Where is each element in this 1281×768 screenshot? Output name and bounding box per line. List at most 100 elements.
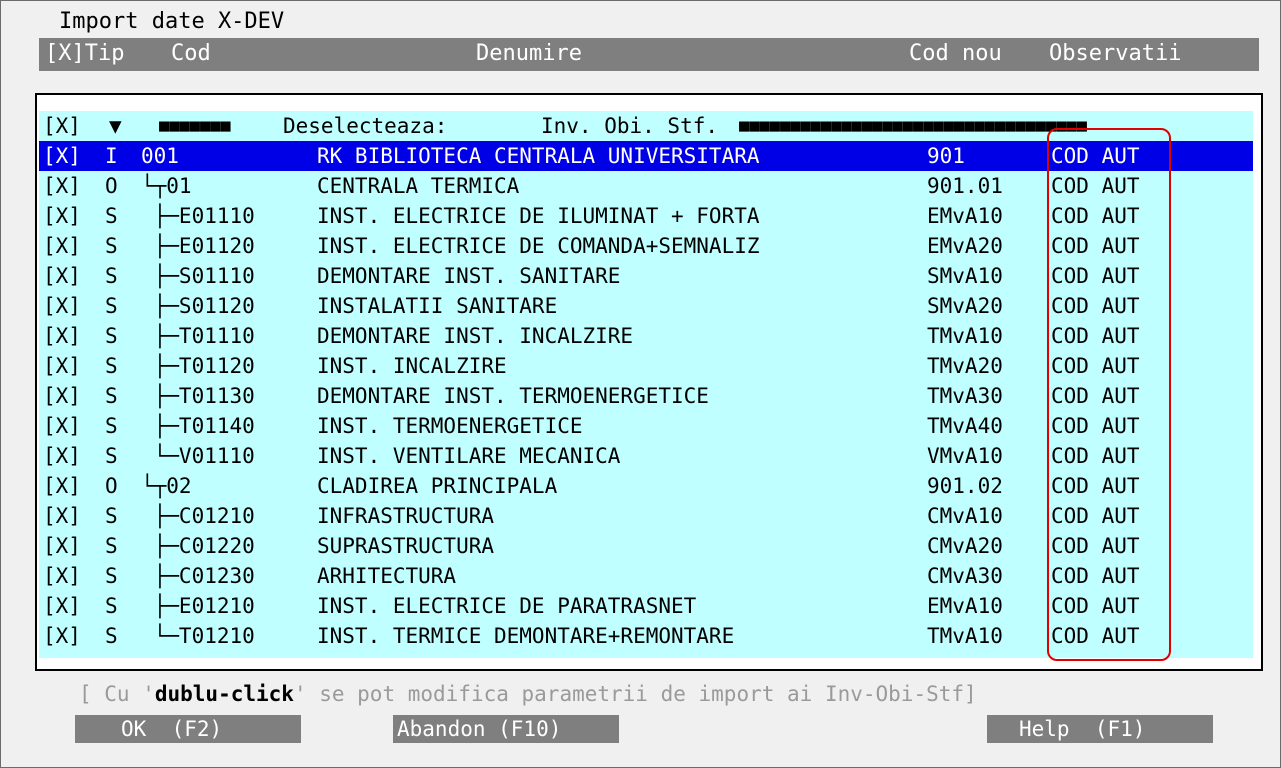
row-checkbox[interactable]: [X] [43, 441, 81, 471]
table-row[interactable]: [X] S └─T01210 INST. TERMICE DEMONTARE+REM… [39, 621, 1253, 651]
row-tip: S [105, 594, 118, 618]
table-row[interactable]: [X] S ├─T01130 DEMONTARE INST. TERMOENERGE… [39, 381, 1253, 411]
table-row[interactable]: [X] S ├─T01140 INST. TERMOENERGETICE TMvA40… [39, 411, 1253, 441]
row-denumire: RK BIBLIOTECA CENTRALA UNIVERSITARA [317, 144, 760, 168]
row-checkbox[interactable]: [X] [43, 471, 81, 501]
row-tip: S [105, 444, 118, 468]
row-denumire: DEMONTARE INST. TERMOENERGETICE [317, 384, 709, 408]
table-row[interactable]: [X] S ├─S01120 INSTALATII SANITARE SMvA20 CO… [39, 291, 1253, 321]
table-row[interactable]: [X] S ├─E01210 INST. ELECTRICE DE PARATRAS… [39, 591, 1253, 621]
row-tip: S [105, 624, 118, 648]
row-cod-nou: EMvA20 [927, 234, 1003, 258]
hint-text: [ Cu 'dublu-click' se pot modifica param… [79, 682, 977, 706]
row-cod: ├─E01120 [141, 234, 255, 258]
row-observatii: COD AUT [1051, 504, 1140, 528]
row-tip: S [105, 204, 118, 228]
filter-row[interactable]: [X] ▼ ■■■■■■■ Deselecteaza: Inv. Obi. St… [39, 111, 1253, 141]
row-checkbox[interactable]: [X] [43, 621, 81, 651]
table-row[interactable]: [X] S ├─S01110 DEMONTARE INST. SANITARE SMv… [39, 261, 1253, 291]
import-list[interactable]: [X] ▼ ■■■■■■■ Deselecteaza: Inv. Obi. St… [35, 93, 1263, 671]
col-header-cod[interactable]: Cod [171, 41, 211, 66]
dialog-window: Import date X-DEV [X]Tip Cod Denumire Co… [0, 0, 1281, 768]
row-tip: O [105, 174, 118, 198]
table-row[interactable]: [X] S ├─E01120 INST. ELECTRICE DE COMANDA+… [39, 231, 1253, 261]
list-rows: [X] ▼ ■■■■■■■ Deselecteaza: Inv. Obi. St… [39, 111, 1253, 658]
row-checkbox[interactable]: [X] [43, 261, 81, 291]
row-denumire: DEMONTARE INST. INCALZIRE [317, 324, 634, 348]
row-cod-nou: EMvA10 [927, 204, 1003, 228]
deselect-filter[interactable]: Inv. Obi. Stf. [541, 111, 718, 141]
row-denumire: INST. TERMOENERGETICE [317, 414, 583, 438]
table-row[interactable]: [X] S └─V01110 INST. VENTILARE MECANICA VMv… [39, 441, 1253, 471]
help-button[interactable]: Help (F1) [987, 715, 1213, 743]
row-cod-nou: SMvA20 [927, 294, 1003, 318]
row-observatii: COD AUT [1051, 414, 1140, 438]
col-header-denumire[interactable]: Denumire [476, 41, 582, 66]
row-cod-nou: TMvA20 [927, 354, 1003, 378]
row-checkbox[interactable]: [X] [43, 291, 81, 321]
ok-button[interactable]: OK (F2) [75, 715, 301, 743]
row-checkbox[interactable]: [X] [43, 321, 81, 351]
window-title: Import date X-DEV [59, 9, 285, 34]
row-cod-nou: 901.02 [927, 474, 1003, 498]
row-tip: S [105, 324, 118, 348]
row-observatii: COD AUT [1051, 534, 1140, 558]
row-checkbox[interactable]: [X] [43, 501, 81, 531]
row-checkbox[interactable]: [X] [43, 231, 81, 261]
col-header-sel[interactable]: [X]Tip [45, 41, 124, 66]
row-cod-nou: VMvA10 [927, 444, 1003, 468]
row-denumire: DEMONTARE INST. SANITARE [317, 264, 621, 288]
row-checkbox[interactable]: [X] [43, 561, 81, 591]
row-denumire: CENTRALA TERMICA [317, 174, 520, 198]
row-checkbox[interactable]: [X] [43, 591, 81, 621]
table-row[interactable]: [X] S ├─E01110 INST. ELECTRICE DE ILUMINAT… [39, 201, 1253, 231]
filter-filler: ■■■■■■■ [159, 116, 231, 136]
row-checkbox[interactable]: [X] [43, 351, 81, 381]
row-checkbox[interactable]: [X] [43, 531, 81, 561]
row-observatii: COD AUT [1051, 204, 1140, 228]
row-observatii: COD AUT [1051, 294, 1140, 318]
hint-bold: dublu-click [154, 682, 294, 706]
table-row[interactable]: [X] S ├─C01220 SUPRASTRUCTURA CMvA20 COD AUT [39, 531, 1253, 561]
row-checkbox[interactable]: [X] [43, 201, 81, 231]
row-cod-nou: TMvA10 [927, 624, 1003, 648]
filter-dropdown-icon[interactable]: ▼ [109, 111, 122, 141]
row-cod: └─T01210 [141, 624, 255, 648]
table-row[interactable]: [X] S ├─T01110 DEMONTARE INST. INCALZIRE TM… [39, 321, 1253, 351]
row-observatii: COD AUT [1051, 594, 1140, 618]
row-cod: ├─T01140 [141, 414, 255, 438]
row-observatii: COD AUT [1051, 564, 1140, 588]
col-header-cod-nou[interactable]: Cod nou [909, 41, 1002, 66]
row-checkbox[interactable]: [X] [43, 141, 81, 171]
table-row[interactable]: [X] S ├─C01210 INFRASTRUCTURA CMvA10 COD AUT [39, 501, 1253, 531]
row-checkbox[interactable]: [X] [43, 171, 81, 201]
row-observatii: COD AUT [1051, 234, 1140, 258]
table-row[interactable]: [X] S ├─T01120 INST. INCALZIRE TMvA20 COD AU… [39, 351, 1253, 381]
abandon-button-label: Abandon (F10) [397, 717, 562, 741]
row-cod-nou: CMvA10 [927, 504, 1003, 528]
row-cod: ├─C01230 [141, 564, 255, 588]
row-cod-nou: 901.01 [927, 174, 1003, 198]
table-row[interactable]: [X] I 001 RK BIBLIOTECA CENTRALA UNIVERSITA… [39, 141, 1253, 171]
table-row[interactable]: [X] O └┬01 CENTRALA TERMICA 901.01 COD AUT [39, 171, 1253, 201]
help-button-label: Help (F1) [1019, 717, 1146, 741]
row-cod: └┬01 [141, 174, 192, 198]
row-cod: ├─E01110 [141, 204, 255, 228]
row-tip: S [105, 564, 118, 588]
row-cod: └─V01110 [141, 444, 255, 468]
row-cod-nou: TMvA10 [927, 324, 1003, 348]
row-checkbox[interactable]: [X] [43, 411, 81, 441]
row-cod-nou: EMvA10 [927, 594, 1003, 618]
table-row[interactable]: [X] O └┬02 CLADIREA PRINCIPALA 901.02 COD AUT [39, 471, 1253, 501]
row-tip: S [105, 414, 118, 438]
row-cod: ├─T01130 [141, 384, 255, 408]
hint-pre: [ Cu ' [79, 682, 155, 706]
row-observatii: COD AUT [1051, 264, 1140, 288]
abandon-button[interactable]: Abandon (F10) [393, 715, 619, 743]
table-row[interactable]: [X] S ├─C01230 ARHITECTURA CMvA30 COD AUT [39, 561, 1253, 591]
row-cod: ├─S01110 [141, 264, 255, 288]
filter-checkbox[interactable]: [X] [43, 111, 81, 141]
row-checkbox[interactable]: [X] [43, 381, 81, 411]
row-denumire: ARHITECTURA [317, 564, 457, 588]
col-header-observatii[interactable]: Observatii [1049, 41, 1181, 66]
